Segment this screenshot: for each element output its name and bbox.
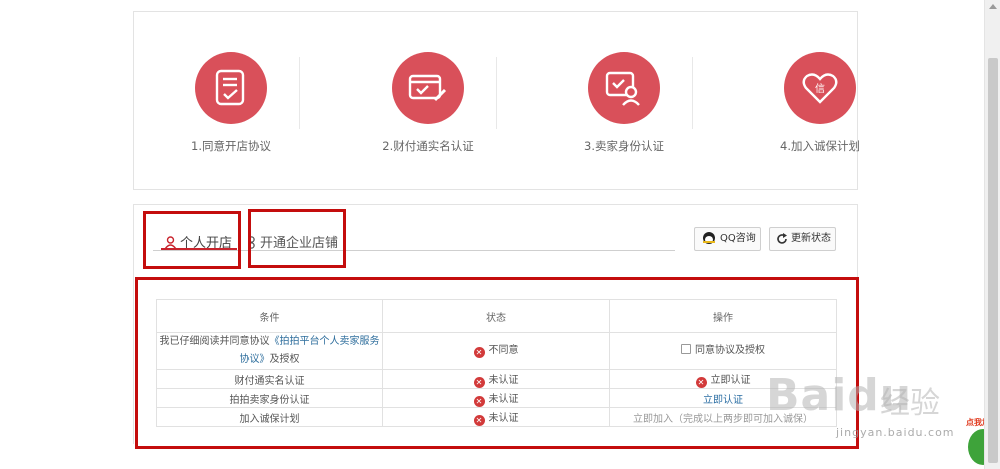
button-label: QQ咨询 [720, 233, 756, 244]
status-cell: ✕ 未认证 [382, 369, 610, 389]
tab-label: 开通企业店铺 [260, 236, 339, 251]
condition-text: 及授权 [269, 354, 300, 365]
tab-baseline [153, 250, 675, 251]
vertical-scrollbar[interactable] [984, 0, 1000, 469]
card-verify-icon [408, 74, 447, 102]
step-seller-identity: 3.卖家身份认证 [559, 52, 689, 154]
agree-checkbox[interactable] [681, 344, 691, 354]
scroll-thumb[interactable] [988, 58, 998, 463]
qq-icon [701, 231, 717, 254]
status-cell: ✕ 未认证 [382, 388, 610, 408]
status-cell: ✕ 未认证 [382, 407, 610, 427]
table-header-row: 条件 状态 操作 [156, 299, 837, 333]
action-cell: 立即认证 [609, 388, 837, 408]
condition-cell: 拍拍卖家身份认证 [156, 388, 383, 408]
step-label: 3.卖家身份认证 [584, 139, 664, 153]
condition-cell: 财付通实名认证 [156, 369, 383, 389]
condition-cell: 加入诚保计划 [156, 407, 383, 427]
table-row: 拍拍卖家身份认证 ✕ 未认证 立即认证 [156, 388, 837, 408]
step-circle [392, 52, 464, 124]
step-divider [496, 57, 497, 129]
header-condition: 条件 [156, 299, 383, 333]
verify-now-link[interactable]: 立即认证 [711, 375, 751, 386]
status-text: 未认证 [488, 393, 519, 405]
table-row: 我已仔细阅读并同意协议《拍拍平台个人卖家服务协议》及授权 ✕ 不同意 同意协议及授… [156, 332, 837, 370]
status-text: 未认证 [488, 412, 519, 424]
seller-identity-icon [605, 71, 640, 106]
action-cell: ✕ 立即认证 [609, 369, 837, 389]
table-row: 财付通实名认证 ✕ 未认证 ✕ 立即认证 [156, 369, 837, 389]
header-status: 状态 [382, 299, 610, 333]
step-circle: 信 [784, 52, 856, 124]
step-divider [692, 57, 693, 129]
steps-panel: 1.同意开店协议 2.财付通实名认证 3.卖家身份认证 信 4.加入诚保计划 [133, 11, 860, 190]
x-circle-icon: ✕ [473, 414, 485, 426]
qq-consult-button[interactable]: QQ咨询 [694, 227, 761, 251]
header-action: 操作 [609, 299, 837, 333]
watermark-cn: 经验 [880, 386, 940, 421]
join-now-text: 立即加入（完成以上两步即可加入诚保） [633, 413, 813, 425]
condition-text: 我已仔细阅读并同意协议 [159, 336, 270, 347]
table-row: 加入诚保计划 ✕ 未认证 立即加入（完成以上两步即可加入诚保） [156, 407, 837, 427]
heart-credit-icon: 信 [802, 73, 838, 104]
x-circle-icon: ✕ [473, 395, 485, 407]
step-circle [588, 52, 660, 124]
status-cell: ✕ 不同意 [382, 332, 610, 370]
step-circle [195, 52, 267, 124]
step-label: 4.加入诚保计划 [780, 139, 860, 153]
x-circle-icon: ✕ [473, 347, 485, 358]
verify-now-link[interactable]: 立即认证 [703, 395, 743, 406]
checkbox-label[interactable]: 同意协议及授权 [695, 345, 765, 356]
step-credit-plan: 信 4.加入诚保计划 [755, 52, 885, 154]
refresh-status-button[interactable]: 更新状态 [769, 227, 836, 251]
step-label: 2.财付通实名认证 [382, 139, 474, 153]
action-cell: 立即加入（完成以上两步即可加入诚保） [609, 407, 837, 427]
condition-cell: 我已仔细阅读并同意协议《拍拍平台个人卖家服务协议》及授权 [156, 332, 383, 370]
status-text: 未认证 [488, 374, 519, 386]
action-cell: 同意协议及授权 [609, 332, 837, 370]
scroll-up-arrow-icon[interactable] [989, 4, 997, 9]
step-agreement: 1.同意开店协议 [166, 52, 296, 154]
step-label: 1.同意开店协议 [191, 139, 271, 153]
agreement-doc-icon [215, 69, 245, 106]
step-payment-verify: 2.财付通实名认证 [363, 52, 493, 154]
svg-text:信: 信 [815, 83, 825, 95]
step-divider [299, 57, 300, 129]
x-circle-icon: ✕ [473, 376, 485, 388]
requirements-table: 条件 状态 操作 我已仔细阅读并同意协议《拍拍平台个人卖家服务协议》及授权 ✕ 不… [156, 299, 837, 427]
button-label: 更新状态 [791, 233, 831, 244]
x-circle-icon: ✕ [695, 376, 707, 388]
status-text: 不同意 [488, 345, 519, 356]
refresh-icon [776, 232, 788, 254]
